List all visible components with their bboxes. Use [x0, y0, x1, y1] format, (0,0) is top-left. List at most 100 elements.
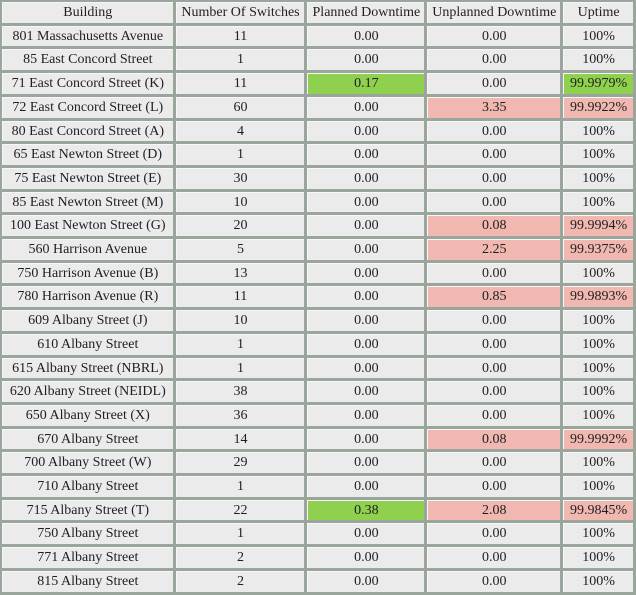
header-planned-downtime: Planned Downtime	[307, 2, 425, 23]
cell-building: 750 Albany Street	[2, 523, 173, 545]
header-number-of-switches: Number Of Switches	[175, 2, 305, 23]
table-row: 670 Albany Street 14 0.00 0.08 99.9992%	[2, 428, 633, 450]
cell-number-of-switches: 1	[175, 144, 305, 165]
cell-uptime: 100%	[563, 191, 633, 213]
cell-number-of-switches: 29	[175, 452, 305, 474]
table-body: 801 Massachusetts Avenue 11 0.00 0.00 100% 85…	[2, 25, 633, 592]
cell-number-of-switches: 11	[175, 25, 305, 47]
cell-building: 560 Harrison Avenue	[2, 239, 173, 260]
cell-number-of-switches: 10	[175, 191, 305, 213]
cell-number-of-switches: 11	[175, 286, 305, 308]
cell-number-of-switches: 1	[175, 49, 305, 71]
cell-planned-downtime: 0.00	[307, 239, 425, 260]
table-row: 750 Albany Street 1 0.00 0.00 100%	[2, 523, 633, 545]
cell-building: 85 East Concord Street	[2, 49, 173, 71]
cell-building: 71 East Concord Street (K)	[2, 73, 173, 94]
cell-building: 801 Massachusetts Avenue	[2, 25, 173, 47]
cell-planned-downtime: 0.00	[307, 25, 425, 47]
table-row: 710 Albany Street 1 0.00 0.00 100%	[2, 476, 633, 497]
cell-building: 620 Albany Street (NEIDL)	[2, 381, 173, 402]
cell-building: 771 Albany Street	[2, 547, 173, 568]
table-row: 750 Harrison Avenue (B) 13 0.00 0.00 100%	[2, 262, 633, 284]
cell-planned-downtime: 0.00	[307, 262, 425, 284]
cell-unplanned-downtime: 2.25	[427, 239, 561, 260]
table-row: 610 Albany Street 1 0.00 0.00 100%	[2, 333, 633, 355]
cell-uptime: 100%	[563, 357, 633, 379]
switch-uptime-table: Building Number Of Switches Planned Down…	[0, 0, 636, 595]
cell-uptime: 100%	[563, 381, 633, 402]
cell-uptime: 99.9922%	[563, 96, 633, 118]
table-row: 72 East Concord Street (L) 60 0.00 3.35 99.9…	[2, 96, 633, 118]
cell-building: 670 Albany Street	[2, 428, 173, 450]
cell-number-of-switches: 1	[175, 357, 305, 379]
table-row: 609 Albany Street (J) 10 0.00 0.00 100%	[2, 310, 633, 331]
table-row: 715 Albany Street (T) 22 0.38 2.08 99.9845%	[2, 499, 633, 521]
table-row: 80 East Concord Street (A) 4 0.00 0.00 100%	[2, 120, 633, 142]
cell-number-of-switches: 14	[175, 428, 305, 450]
cell-uptime: 100%	[563, 404, 633, 426]
cell-building: 85 East Newton Street (M)	[2, 191, 173, 213]
cell-building: 780 Harrison Avenue (R)	[2, 286, 173, 308]
cell-planned-downtime: 0.00	[307, 96, 425, 118]
cell-planned-downtime: 0.00	[307, 120, 425, 142]
header-uptime: Uptime	[563, 2, 633, 23]
cell-planned-downtime: 0.38	[307, 499, 425, 521]
cell-unplanned-downtime: 3.35	[427, 96, 561, 118]
cell-planned-downtime: 0.00	[307, 167, 425, 189]
cell-unplanned-downtime: 0.00	[427, 381, 561, 402]
cell-unplanned-downtime: 0.00	[427, 476, 561, 497]
cell-planned-downtime: 0.00	[307, 381, 425, 402]
cell-uptime: 100%	[563, 333, 633, 355]
cell-unplanned-downtime: 0.00	[427, 191, 561, 213]
cell-number-of-switches: 1	[175, 333, 305, 355]
table-row: 75 East Newton Street (E) 30 0.00 0.00 100%	[2, 167, 633, 189]
table-row: 85 East Newton Street (M) 10 0.00 0.00 100%	[2, 191, 633, 213]
cell-unplanned-downtime: 0.00	[427, 523, 561, 545]
cell-number-of-switches: 2	[175, 547, 305, 568]
cell-unplanned-downtime: 0.00	[427, 452, 561, 474]
table-row: 620 Albany Street (NEIDL) 38 0.00 0.00 100%	[2, 381, 633, 402]
cell-number-of-switches: 30	[175, 167, 305, 189]
cell-number-of-switches: 22	[175, 499, 305, 521]
cell-building: 715 Albany Street (T)	[2, 499, 173, 521]
cell-uptime: 100%	[563, 476, 633, 497]
table-row: 65 East Newton Street (D) 1 0.00 0.00 100%	[2, 144, 633, 165]
table-row: 85 East Concord Street 1 0.00 0.00 100%	[2, 49, 633, 71]
cell-planned-downtime: 0.00	[307, 523, 425, 545]
table-row: 650 Albany Street (X) 36 0.00 0.00 100%	[2, 404, 633, 426]
cell-unplanned-downtime: 0.00	[427, 144, 561, 165]
cell-uptime: 99.9994%	[563, 215, 633, 237]
cell-number-of-switches: 38	[175, 381, 305, 402]
table-row: 560 Harrison Avenue 5 0.00 2.25 99.9375%	[2, 239, 633, 260]
cell-unplanned-downtime: 0.00	[427, 262, 561, 284]
cell-building: 80 East Concord Street (A)	[2, 120, 173, 142]
cell-uptime: 99.9893%	[563, 286, 633, 308]
cell-building: 65 East Newton Street (D)	[2, 144, 173, 165]
cell-uptime: 100%	[563, 49, 633, 71]
cell-unplanned-downtime: 0.00	[427, 404, 561, 426]
cell-building: 75 East Newton Street (E)	[2, 167, 173, 189]
cell-uptime: 100%	[563, 570, 633, 592]
cell-unplanned-downtime: 0.00	[427, 310, 561, 331]
cell-number-of-switches: 1	[175, 476, 305, 497]
cell-unplanned-downtime: 0.00	[427, 120, 561, 142]
cell-building: 815 Albany Street	[2, 570, 173, 592]
cell-planned-downtime: 0.00	[307, 404, 425, 426]
header-unplanned-downtime: Unplanned Downtime	[427, 2, 561, 23]
cell-planned-downtime: 0.00	[307, 191, 425, 213]
cell-planned-downtime: 0.00	[307, 333, 425, 355]
cell-unplanned-downtime: 0.00	[427, 167, 561, 189]
cell-uptime: 99.9992%	[563, 428, 633, 450]
table-row: 100 East Newton Street (G) 20 0.00 0.08 99.9…	[2, 215, 633, 237]
cell-uptime: 100%	[563, 452, 633, 474]
header-row: Building Number Of Switches Planned Down…	[2, 2, 633, 23]
cell-building: 700 Albany Street (W)	[2, 452, 173, 474]
cell-number-of-switches: 36	[175, 404, 305, 426]
cell-number-of-switches: 60	[175, 96, 305, 118]
table-row: 815 Albany Street 2 0.00 0.00 100%	[2, 570, 633, 592]
table-row: 71 East Concord Street (K) 11 0.17 0.00 99.9…	[2, 73, 633, 94]
cell-uptime: 99.9845%	[563, 499, 633, 521]
table-row: 780 Harrison Avenue (R) 11 0.00 0.85 99.9893…	[2, 286, 633, 308]
cell-planned-downtime: 0.00	[307, 547, 425, 568]
table-row: 771 Albany Street 2 0.00 0.00 100%	[2, 547, 633, 568]
